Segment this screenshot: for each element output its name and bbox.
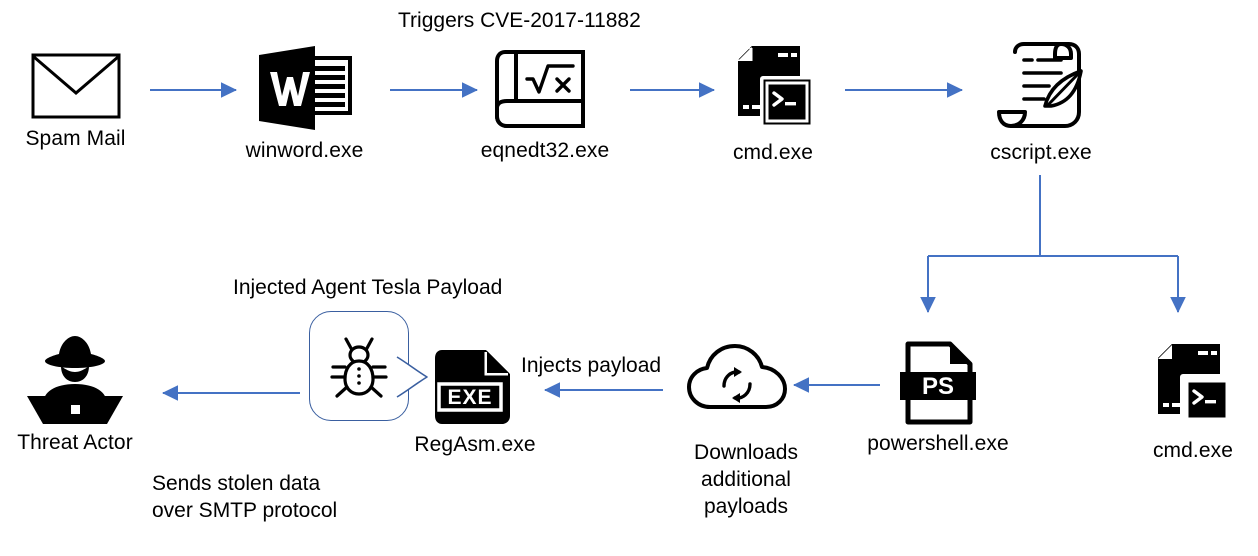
- script-scroll-quill-icon: [989, 40, 1093, 134]
- node-eqnedt32: eqnedt32.exe: [472, 46, 618, 164]
- node-label-threat-actor: Threat Actor: [17, 431, 133, 454]
- node-powershell: PS powershell.exe: [857, 341, 1019, 457]
- node-cloud: [682, 341, 794, 413]
- node-label-powershell: powershell.exe: [867, 432, 1009, 455]
- node-cmd-bottom: cmd.exe: [1128, 340, 1258, 464]
- node-cscript: cscript.exe: [968, 40, 1114, 166]
- node-bug-callout: [324, 336, 394, 398]
- node-spam-mail: Spam Mail: [18, 52, 133, 152]
- annotation-sends-stolen-data: Sends stolen data over SMTP protocol: [152, 472, 338, 522]
- infection-chain-diagram: Spam Mail winword.exe eqnedt32.exe cmd.e…: [0, 0, 1258, 556]
- annotation-cve-trigger: Triggers CVE-2017-11882: [398, 9, 641, 32]
- svg-text:EXE: EXE: [447, 386, 492, 409]
- annotation-downloads-payloads: Downloads additional payloads: [694, 441, 798, 518]
- powershell-file-icon: PS: [898, 341, 978, 425]
- equation-book-icon: [495, 46, 595, 132]
- node-regasm: EXE RegAsm.exe: [411, 348, 539, 458]
- node-label-cmd-top: cmd.exe: [732, 141, 814, 164]
- command-prompt-icon: [1146, 340, 1240, 432]
- node-cmd-top: cmd.exe: [708, 42, 838, 166]
- annotation-injects-payload: Injects payload: [521, 354, 662, 377]
- svg-text:PS: PS: [922, 373, 954, 400]
- node-label-cmd-bottom: cmd.exe: [1152, 439, 1234, 462]
- cloud-sync-icon: [686, 341, 790, 413]
- node-winword: winword.exe: [232, 44, 377, 164]
- command-prompt-icon: [726, 42, 820, 134]
- edge-cscript-branch: [920, 175, 1186, 313]
- node-label-regasm: RegAsm.exe: [414, 433, 536, 456]
- node-label-winword: winword.exe: [245, 139, 364, 162]
- exe-file-icon: EXE: [434, 348, 516, 426]
- node-label-eqnedt32: eqnedt32.exe: [480, 139, 610, 162]
- bug-icon: [325, 336, 393, 398]
- hacker-laptop-icon: [21, 332, 129, 424]
- node-threat-actor: Threat Actor: [17, 332, 133, 456]
- annotation-injected-payload: Injected Agent Tesla Payload: [233, 276, 503, 299]
- word-document-icon: [253, 44, 357, 132]
- envelope-icon: [30, 52, 122, 120]
- node-label-cscript: cscript.exe: [990, 141, 1092, 164]
- node-label-spam-mail: Spam Mail: [25, 127, 126, 150]
